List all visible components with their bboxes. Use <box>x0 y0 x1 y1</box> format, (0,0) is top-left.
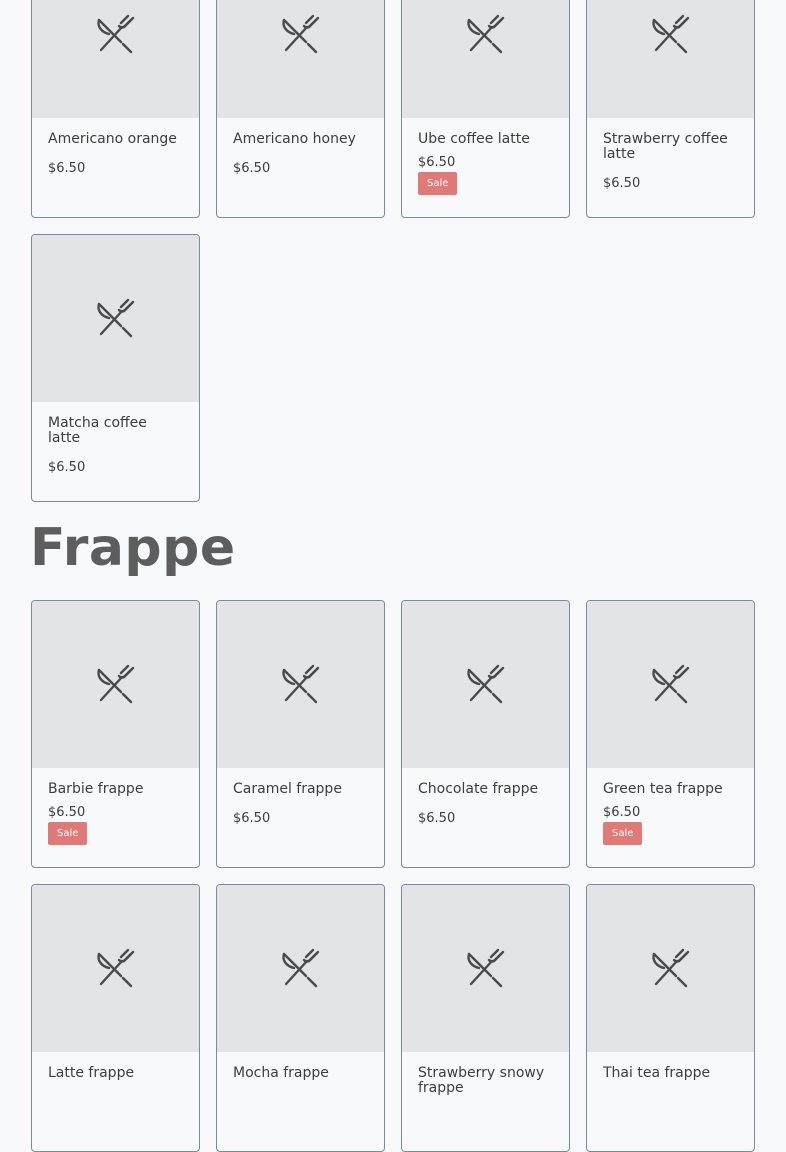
product-name: Ube coffee latte <box>418 131 530 147</box>
product-price: $6.50 <box>603 176 641 191</box>
product-card[interactable]: Strawberry coffee latte $6.50 <box>586 0 755 218</box>
fork-knife-icon <box>96 14 134 53</box>
fork-knife-icon <box>281 948 319 987</box>
fork-knife-icon <box>96 298 134 337</box>
product-card[interactable]: Latte frappe <box>31 884 200 1152</box>
product-card[interactable]: Thai tea frappe <box>586 884 755 1152</box>
fork-knife-icon <box>466 14 504 53</box>
product-info: Green tea frappe $6.50 Sale <box>587 768 754 867</box>
product-info: Chocolate frappe $6.50 <box>402 768 569 867</box>
product-info: Caramel frappe $6.50 <box>217 768 384 867</box>
product-info: Latte frappe <box>32 1052 199 1151</box>
product-card[interactable]: Americano honey $6.50 <box>216 0 385 218</box>
product-name: Caramel frappe <box>233 781 342 797</box>
sale-badge: Sale <box>603 822 643 845</box>
fork-knife-icon <box>96 664 134 703</box>
sale-badge: Sale <box>418 172 458 195</box>
product-name: Strawberry coffee latte <box>603 131 728 162</box>
product-image-placeholder <box>32 235 199 402</box>
product-price: $6.50 <box>233 161 271 176</box>
product-card[interactable]: Americano orange $6.50 <box>31 0 200 218</box>
product-name: Mocha frappe <box>233 1065 329 1081</box>
fork-knife-icon <box>651 948 689 987</box>
product-info: Strawberry snowy frappe <box>402 1052 569 1151</box>
fork-knife-icon <box>466 948 504 987</box>
product-price: $6.50 <box>603 805 641 820</box>
fork-knife-icon <box>466 664 504 703</box>
section-title-frappe: Frappe <box>30 518 236 578</box>
sale-badge: Sale <box>48 822 88 845</box>
product-card[interactable]: Barbie frappe $6.50 Sale <box>31 600 200 868</box>
product-info: Strawberry coffee latte $6.50 <box>587 118 754 217</box>
product-card[interactable]: Strawberry snowy frappe <box>401 884 570 1152</box>
product-image-placeholder <box>32 885 199 1052</box>
product-info: Mocha frappe <box>217 1052 384 1151</box>
product-name: Chocolate frappe <box>418 781 539 797</box>
product-image-placeholder <box>217 885 384 1052</box>
product-info: Americano orange $6.50 <box>32 118 199 217</box>
product-grid-frappe: Barbie frappe $6.50 Sale Caramel frappe … <box>31 600 755 1152</box>
product-image-placeholder <box>217 601 384 768</box>
product-image-placeholder <box>587 885 754 1052</box>
product-card[interactable]: Mocha frappe <box>216 884 385 1152</box>
fork-knife-icon <box>281 14 319 53</box>
product-name: Thai tea frappe <box>603 1065 711 1081</box>
product-info: Ube coffee latte $6.50 Sale <box>402 118 569 217</box>
product-info: Barbie frappe $6.50 Sale <box>32 768 199 867</box>
product-info: Americano honey $6.50 <box>217 118 384 217</box>
product-image-placeholder <box>402 0 569 118</box>
product-image-placeholder <box>32 0 199 118</box>
product-price: $6.50 <box>233 811 271 826</box>
fork-knife-icon <box>281 664 319 703</box>
product-price: $6.50 <box>418 811 456 826</box>
product-card[interactable]: Ube coffee latte $6.50 Sale <box>401 0 570 218</box>
product-card[interactable]: Green tea frappe $6.50 Sale <box>586 600 755 868</box>
product-image-placeholder <box>402 885 569 1052</box>
product-name: Barbie frappe <box>48 781 144 797</box>
product-price: $6.50 <box>48 805 86 820</box>
product-card[interactable]: Matcha coffee latte $6.50 <box>31 234 200 502</box>
fork-knife-icon <box>651 664 689 703</box>
product-info: Thai tea frappe <box>587 1052 754 1151</box>
fork-knife-icon <box>651 14 689 53</box>
product-info: Matcha coffee latte $6.50 <box>32 402 199 501</box>
product-image-placeholder <box>402 601 569 768</box>
product-name: Matcha coffee latte <box>48 415 147 446</box>
product-card[interactable]: Caramel frappe $6.50 <box>216 600 385 868</box>
product-image-placeholder <box>217 0 384 118</box>
product-price: $6.50 <box>48 161 86 176</box>
fork-knife-icon <box>96 948 134 987</box>
product-name: Americano honey <box>233 131 356 147</box>
product-card[interactable]: Chocolate frappe $6.50 <box>401 600 570 868</box>
product-grid-coffee: Americano orange $6.50 Americano honey $… <box>31 0 755 502</box>
product-price: $6.50 <box>418 155 456 170</box>
product-image-placeholder <box>587 0 754 118</box>
product-name: Latte frappe <box>48 1065 135 1081</box>
product-name: Green tea frappe <box>603 781 723 797</box>
product-price: $6.50 <box>48 460 86 475</box>
product-image-placeholder <box>32 601 199 768</box>
product-name: Americano orange <box>48 131 177 147</box>
product-image-placeholder <box>587 601 754 768</box>
product-name: Strawberry snowy frappe <box>418 1065 545 1096</box>
